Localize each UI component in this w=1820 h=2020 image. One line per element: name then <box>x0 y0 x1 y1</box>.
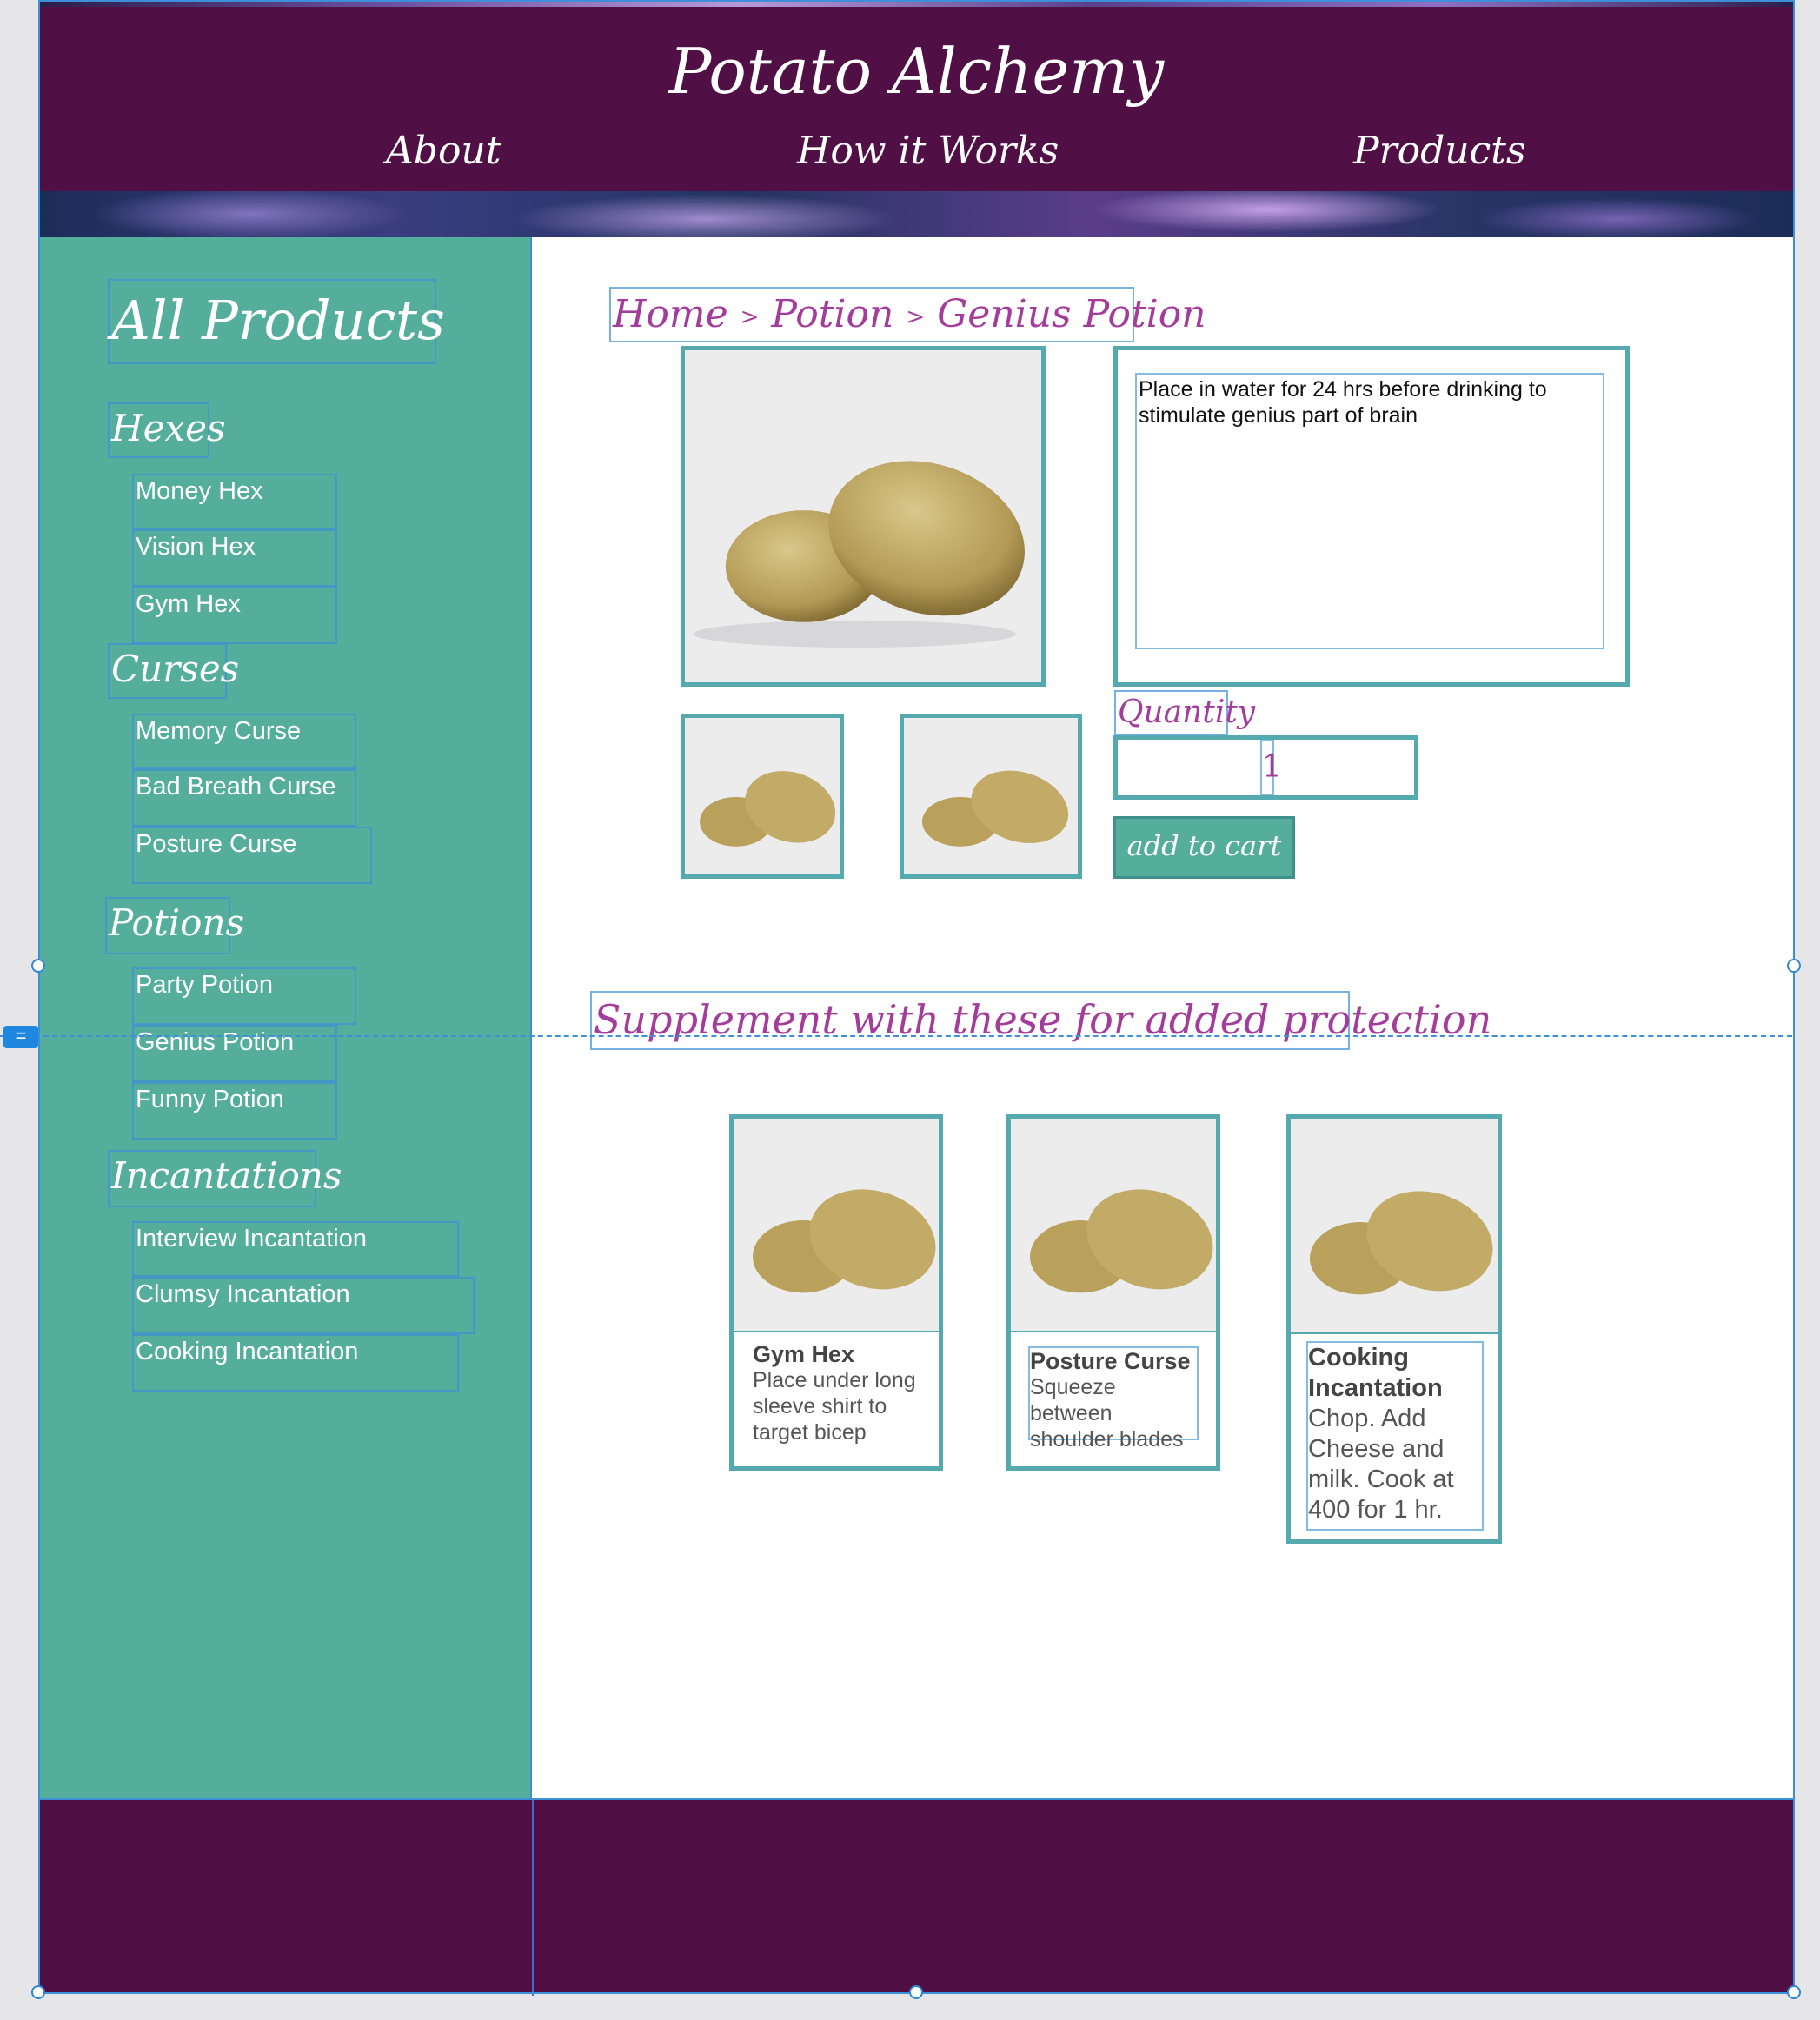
guide-handle[interactable]: = <box>3 1026 38 1048</box>
sidebar-title: All Products <box>108 279 445 364</box>
quantity-label: Quantity <box>1114 690 1255 735</box>
sidebar-item-money-hex[interactable]: Money Hex <box>132 474 337 529</box>
site-title: Potato Alchemy <box>668 35 1165 108</box>
card-image <box>734 1119 939 1332</box>
supplement-card-posture-curse[interactable]: Posture Curse Squeeze between shoulder b… <box>1006 1114 1220 1471</box>
add-to-cart-button[interactable]: add to cart <box>1113 816 1295 879</box>
site-footer <box>39 1798 1794 1996</box>
header-smoke-top <box>39 0 1794 7</box>
sidebar-category-potions[interactable]: Potions <box>105 897 244 954</box>
card-title: Posture Curse <box>1030 1348 1191 1374</box>
sidebar-category-hexes[interactable]: Hexes <box>108 402 226 458</box>
supplement-card-gym-hex[interactable]: Gym Hex Place under long sleeve shirt to… <box>729 1114 943 1471</box>
card-title: Cooking Incantation <box>1308 1344 1443 1402</box>
sidebar-item-cooking-incantation[interactable]: Cooking Incantation <box>132 1334 459 1392</box>
card-description: Squeeze between shoulder blades <box>1030 1375 1184 1452</box>
sidebar-item-funny-potion[interactable]: Funny Potion <box>132 1082 337 1140</box>
sidebar-item-gym-hex[interactable]: Gym Hex <box>132 587 337 644</box>
nav-products[interactable]: Products <box>1353 129 1526 173</box>
potato-thumbnail-image <box>904 718 1078 874</box>
quantity-input[interactable]: 1 <box>1113 735 1418 800</box>
sidebar-item-vision-hex[interactable]: Vision Hex <box>132 529 337 587</box>
horizontal-guide-line[interactable] <box>0 1035 1792 1037</box>
breadcrumb: Home > Potion > Genius Potion <box>609 287 1206 342</box>
card-text: Gym Hex Place under long sleeve shirt to… <box>753 1341 927 1445</box>
sidebar-item-bad-breath-curse[interactable]: Bad Breath Curse <box>132 769 356 827</box>
sidebar-category-incantations[interactable]: Incantations <box>108 1150 342 1207</box>
potato-card-image <box>1011 1119 1216 1331</box>
supplement-heading: Supplement with these for added protecti… <box>590 991 1491 1050</box>
product-description-panel: Place in water for 24 hrs before drinkin… <box>1113 346 1630 687</box>
card-text: Cooking Incantation Chop. Add Cheese and… <box>1306 1341 1484 1531</box>
page-canvas: Potato Alchemy About How it Works Produc… <box>39 0 1794 1996</box>
product-description: Place in water for 24 hrs before drinkin… <box>1135 373 1604 649</box>
products-sidebar: All Products Hexes Money Hex Vision Hex … <box>39 237 532 1798</box>
card-text: Posture Curse Squeeze between shoulder b… <box>1028 1346 1199 1452</box>
product-thumbnail-1[interactable] <box>681 714 844 879</box>
sidebar-item-genius-potion[interactable]: Genius Potion <box>132 1025 337 1082</box>
sidebar-item-party-potion[interactable]: Party Potion <box>132 967 356 1025</box>
sidebar-item-interview-incantation[interactable]: Interview Incantation <box>132 1221 459 1277</box>
resize-handle-left[interactable] <box>31 959 45 973</box>
sidebar-item-memory-curse[interactable]: Memory Curse <box>132 714 356 769</box>
nav-about[interactable]: About <box>386 129 501 173</box>
potato-image <box>685 350 1041 682</box>
product-thumbnail-2[interactable] <box>900 714 1082 879</box>
sidebar-item-clumsy-incantation[interactable]: Clumsy Incantation <box>132 1277 475 1334</box>
nav-how-it-works[interactable]: How it Works <box>797 129 1059 173</box>
breadcrumb-separator: > <box>740 303 760 330</box>
resize-handle-bottom[interactable] <box>909 1985 923 1999</box>
card-description: Chop. Add Cheese and milk. Cook at 400 f… <box>1308 1405 1454 1524</box>
footer-divider <box>532 1800 534 1996</box>
potato-thumbnail-image <box>685 718 840 874</box>
header-smoke-banner <box>39 191 1794 237</box>
resize-handle-bottom-right[interactable] <box>1787 1985 1801 1999</box>
resize-handle-bottom-left[interactable] <box>31 1985 45 1999</box>
site-header: Potato Alchemy About How it Works Produc… <box>39 0 1794 237</box>
supplement-card-cooking-incantation[interactable]: Cooking Incantation Chop. Add Cheese and… <box>1286 1114 1502 1544</box>
breadcrumb-home[interactable]: Home <box>613 292 728 336</box>
breadcrumb-current: Genius Potion <box>937 292 1206 336</box>
resize-handle-right[interactable] <box>1787 959 1801 973</box>
card-title: Gym Hex <box>753 1341 855 1367</box>
sidebar-category-curses[interactable]: Curses <box>108 643 239 699</box>
card-description: Place under long sleeve shirt to target … <box>753 1368 916 1445</box>
quantity-value[interactable]: 1 <box>1260 740 1282 795</box>
card-image <box>1291 1119 1498 1334</box>
potato-card-image <box>734 1119 939 1331</box>
product-main-image <box>681 346 1046 687</box>
sidebar-item-posture-curse[interactable]: Posture Curse <box>132 827 372 884</box>
potato-card-image <box>1291 1119 1498 1332</box>
breadcrumb-separator: > <box>906 303 926 330</box>
breadcrumb-potion[interactable]: Potion <box>771 292 893 336</box>
card-image <box>1011 1119 1216 1332</box>
